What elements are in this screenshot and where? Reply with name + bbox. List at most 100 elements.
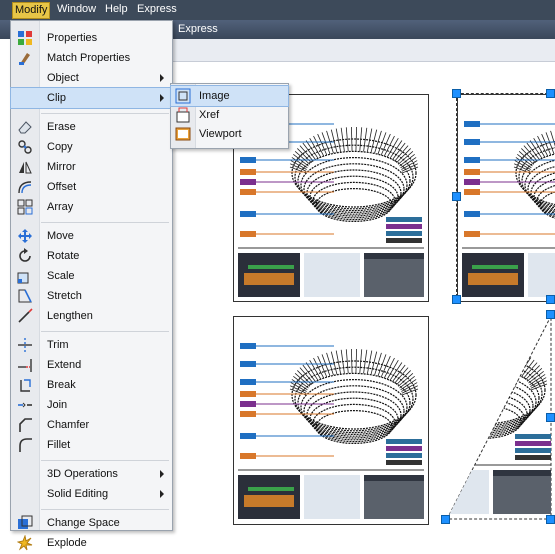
menu-item-label: Scale	[47, 270, 75, 282]
clip-submenu: Image Xref Viewport	[170, 83, 289, 149]
menu-item-label: Stretch	[47, 290, 82, 302]
extend-icon	[17, 357, 33, 373]
menu-item-extend[interactable]: Extend	[11, 355, 172, 375]
menu-separator	[41, 509, 169, 510]
menu-item-trim[interactable]: Trim	[11, 335, 172, 355]
stadium-illustration	[238, 343, 424, 519]
menu-window[interactable]: Window	[57, 3, 96, 15]
menu-separator	[41, 222, 169, 223]
menu-item-fillet[interactable]: Fillet	[11, 435, 172, 455]
grip-handle[interactable]	[546, 89, 555, 98]
menu-item-label: Move	[47, 230, 74, 242]
grip-handle[interactable]	[452, 89, 461, 98]
move-icon	[17, 228, 33, 244]
menu-item-label: Rotate	[47, 250, 80, 262]
explode-icon	[16, 534, 33, 551]
menu-item-label: Explode	[47, 537, 87, 549]
array-icon	[17, 199, 33, 215]
submenu-item-label: Viewport	[199, 128, 242, 140]
submenu-arrow-icon	[160, 470, 164, 478]
stretch-icon	[17, 288, 33, 304]
rotate-icon	[17, 248, 33, 264]
menu-item-label: Properties	[47, 32, 98, 44]
grip-handle[interactable]	[546, 295, 555, 304]
break-icon	[17, 377, 33, 393]
submenu-item-label: Xref	[199, 109, 220, 121]
menu-item-join[interactable]: Join	[11, 395, 172, 415]
menu-item-label: Join	[47, 399, 68, 411]
grip-handle[interactable]	[546, 413, 555, 422]
menu-item-label: Offset	[47, 181, 77, 193]
menu-item-explode[interactable]: Explode	[11, 533, 172, 553]
menu-item-clip[interactable]: Clip	[10, 87, 173, 109]
grip-handle[interactable]	[452, 192, 461, 201]
menu-item-label: Trim	[47, 339, 69, 351]
menu-item-label: Copy	[47, 141, 73, 153]
properties-icon	[17, 30, 33, 46]
image-sheet-3[interactable]	[233, 316, 429, 525]
xref-clip-icon	[175, 107, 191, 123]
menu-item-scale[interactable]: Scale	[11, 266, 172, 286]
image-sheet-4-clipped[interactable]	[443, 312, 555, 523]
menu-item-rotate[interactable]: Rotate	[11, 246, 172, 266]
menu-item-label: Chamfer	[47, 419, 90, 431]
menu-item-copy[interactable]: Copy	[11, 137, 172, 157]
menu-item-label: Array	[47, 201, 74, 213]
menu-item-label: Fillet	[47, 439, 71, 451]
menu-item-chamfer[interactable]: Chamfer	[11, 415, 172, 435]
submenu-item-label: Image	[199, 90, 230, 102]
grip-handle[interactable]	[452, 295, 461, 304]
menu-item-array[interactable]: Array	[11, 197, 172, 217]
menu-item-lengthen[interactable]: Lengthen	[11, 306, 172, 326]
menu-separator	[41, 331, 169, 332]
menu-item-erase[interactable]: Erase	[11, 117, 172, 137]
image-clip-icon	[175, 88, 191, 104]
match-properties-icon	[17, 50, 33, 66]
menu-item-move[interactable]: Move	[11, 226, 172, 246]
menu-item-solid-editing[interactable]: Solid Editing	[11, 484, 172, 504]
grip-handle[interactable]	[546, 515, 555, 524]
menu-item-label: Erase	[47, 121, 76, 133]
menu-modify[interactable]: Modify	[12, 2, 51, 19]
menu-item-mirror[interactable]: Mirror	[11, 157, 172, 177]
menu-item-label: Clip	[47, 92, 66, 104]
menu-item-label: Change Space	[47, 517, 120, 529]
submenu-item-image[interactable]: Image	[170, 85, 289, 107]
viewport-clip-icon	[175, 126, 191, 142]
menu-item-match-properties[interactable]: Match Properties	[11, 48, 172, 68]
chamfer-icon	[17, 417, 33, 433]
menu-item-label: Solid Editing	[47, 488, 109, 500]
menu-item-3d-operations[interactable]: 3D Operations	[11, 464, 172, 484]
menu-help[interactable]: Help	[105, 3, 128, 15]
submenu-arrow-icon	[160, 490, 164, 498]
menu-item-properties[interactable]: Properties	[11, 28, 172, 48]
lengthen-icon	[17, 308, 33, 324]
grip-handle[interactable]	[441, 515, 450, 524]
submenu-arrow-icon	[160, 74, 164, 82]
submenu-item-xref[interactable]: Xref	[171, 105, 288, 125]
menu-separator	[41, 113, 169, 114]
join-icon	[17, 397, 33, 413]
menu-express[interactable]: Express	[137, 3, 177, 15]
offset-icon	[17, 179, 33, 195]
menu-separator	[41, 460, 169, 461]
triangle-clip-illustration	[446, 315, 552, 520]
fillet-icon	[17, 437, 33, 453]
ribbon-tab-express[interactable]: Express	[178, 23, 218, 35]
menu-item-break[interactable]: Break	[11, 375, 172, 395]
menu-bar: Modify Window Help Express	[0, 0, 555, 20]
eraser-icon	[17, 119, 33, 135]
trim-icon	[17, 337, 33, 353]
grip-handle[interactable]	[546, 310, 555, 319]
menu-item-offset[interactable]: Offset	[11, 177, 172, 197]
menu-item-change-space[interactable]: Change Space	[11, 513, 172, 533]
submenu-item-viewport[interactable]: Viewport	[171, 124, 288, 144]
menu-item-label: Match Properties	[47, 52, 131, 64]
menu-item-object[interactable]: Object	[11, 68, 172, 88]
submenu-arrow-icon	[160, 94, 164, 102]
menu-item-stretch[interactable]: Stretch	[11, 286, 172, 306]
copy-icon	[17, 139, 33, 155]
scale-icon	[17, 268, 33, 284]
menu-item-label: Object	[47, 72, 79, 84]
ribbon-panel	[170, 39, 555, 62]
